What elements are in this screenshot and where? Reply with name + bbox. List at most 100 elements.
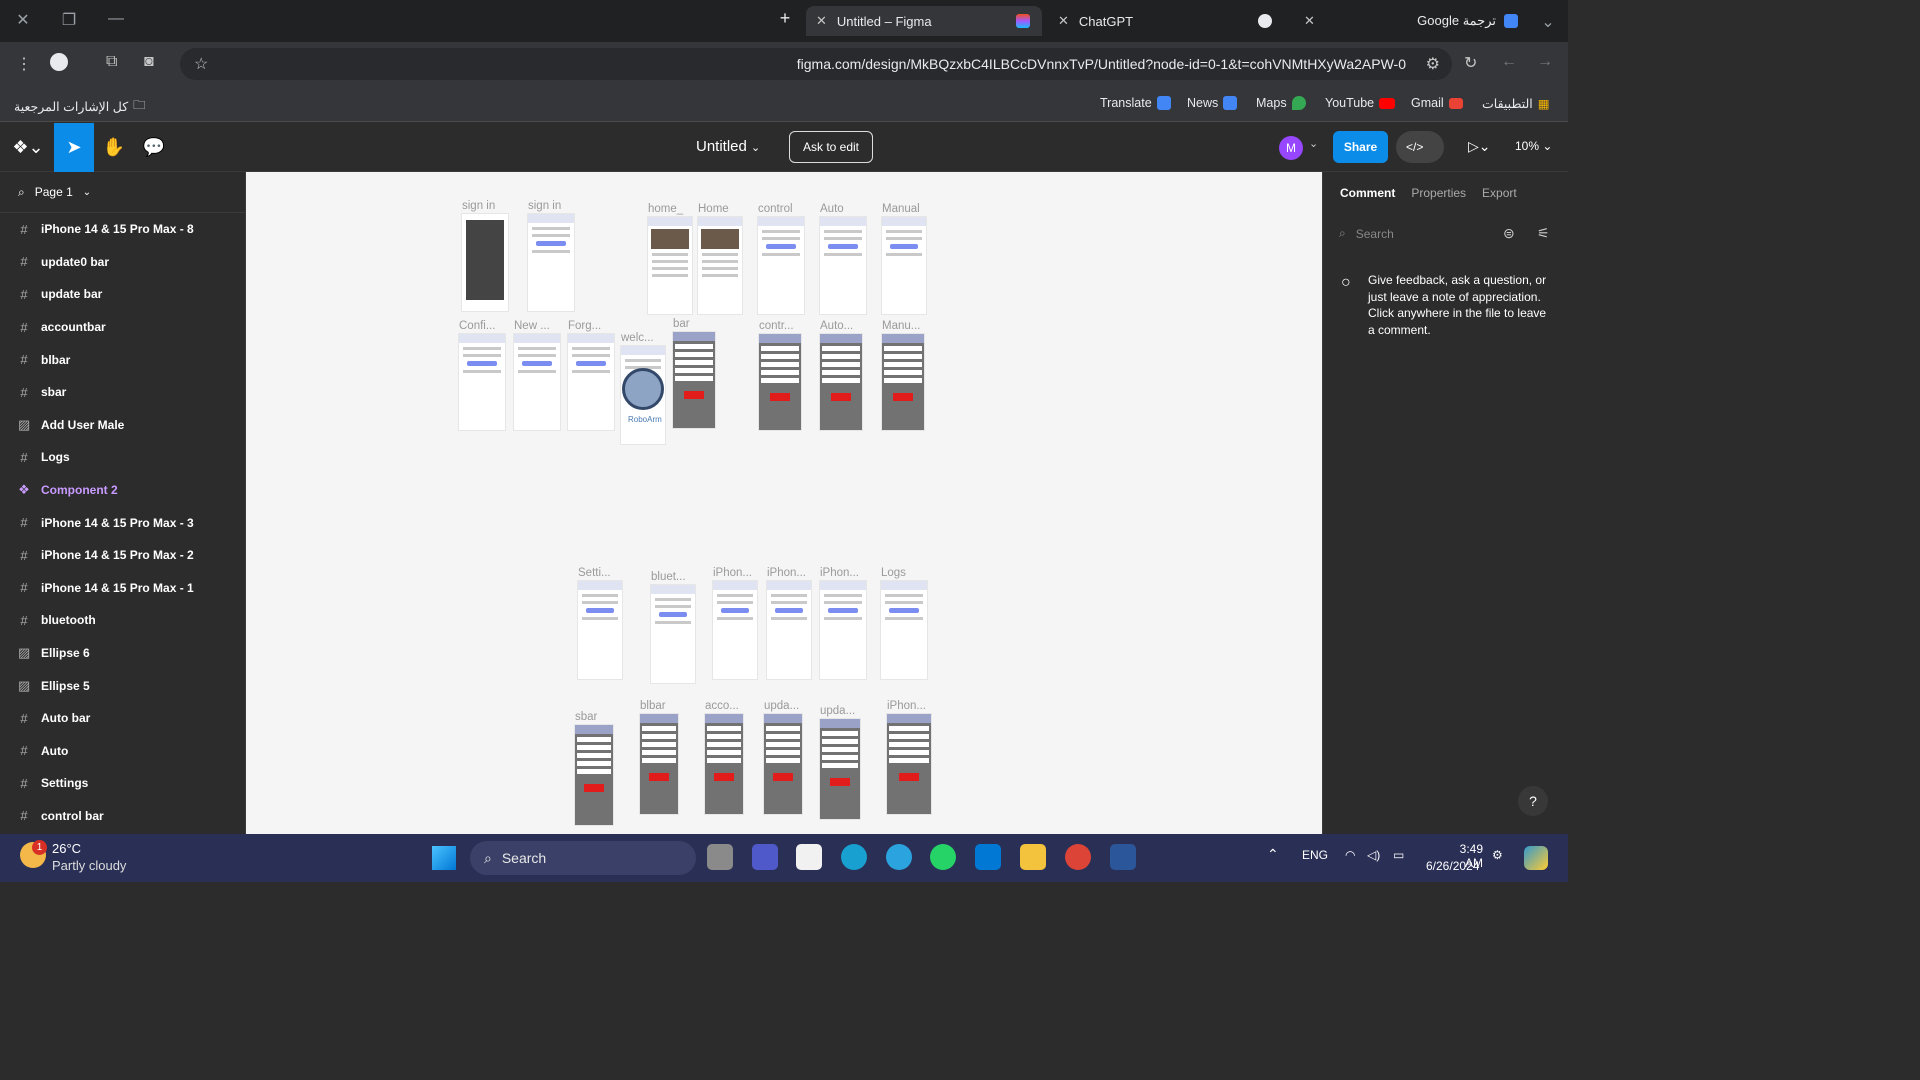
- back-icon[interactable]: ←: [1501, 53, 1517, 71]
- address-bar[interactable]: ☆ figma.com/design/MkBQzxbC4ILBCcDVnnxTv…: [180, 48, 1452, 80]
- frame-label[interactable]: bluet...: [651, 571, 686, 583]
- design-frame[interactable]: [820, 719, 860, 819]
- frame-label[interactable]: upda...: [820, 705, 855, 717]
- telegram-icon[interactable]: [886, 844, 912, 870]
- design-frame[interactable]: [514, 334, 560, 430]
- design-frame[interactable]: [705, 714, 743, 814]
- file-title[interactable]: Untitled ⌄: [696, 138, 760, 155]
- layer-item[interactable]: # Logs: [0, 441, 245, 474]
- design-frame[interactable]: [568, 334, 614, 430]
- bookmark-gmail[interactable]: Gmail: [1411, 96, 1463, 110]
- close-tab-icon[interactable]: ✕: [816, 13, 827, 29]
- design-frame[interactable]: [673, 332, 715, 428]
- menu-dots-icon[interactable]: ⋮: [16, 54, 32, 74]
- frame-label[interactable]: Auto: [820, 203, 844, 215]
- close-tab-icon[interactable]: ✕: [1304, 13, 1315, 29]
- restore-window-icon[interactable]: ❐: [57, 10, 81, 30]
- site-settings-icon[interactable]: ⚙: [1426, 54, 1440, 74]
- tab-chatgpt[interactable]: ✕ ChatGPT: [1048, 6, 1284, 36]
- layer-item[interactable]: ▨ Add User Male: [0, 409, 245, 442]
- layer-item[interactable]: # control bar: [0, 800, 245, 833]
- frame-label[interactable]: contr...: [759, 320, 794, 332]
- design-frame[interactable]: [758, 217, 804, 314]
- layer-item[interactable]: # iPhone 14 & 15 Pro Max - 3: [0, 506, 245, 539]
- design-frame[interactable]: [820, 581, 866, 679]
- settings-gear-icon[interactable]: ⚙: [1492, 848, 1503, 862]
- edge-icon[interactable]: [841, 844, 867, 870]
- frame-label[interactable]: iPhon...: [713, 567, 752, 579]
- share-button[interactable]: Share: [1333, 131, 1388, 163]
- frame-label[interactable]: welc...: [621, 332, 654, 344]
- frame-label[interactable]: blbar: [640, 700, 666, 712]
- bookmark-apps[interactable]: التطبيقات ▦: [1482, 96, 1550, 111]
- screenshot-icon[interactable]: ◙: [144, 53, 154, 71]
- frame-label[interactable]: Auto...: [820, 320, 853, 332]
- move-tool-icon[interactable]: ➤: [54, 123, 94, 172]
- windows-start-icon[interactable]: [432, 846, 456, 870]
- design-frame[interactable]: [651, 585, 695, 683]
- search-icon[interactable]: ⌕: [18, 185, 25, 200]
- design-frame[interactable]: [578, 581, 622, 679]
- chrome-icon[interactable]: [1065, 844, 1091, 870]
- task-view-icon[interactable]: [707, 844, 733, 870]
- frame-label[interactable]: sign in: [528, 200, 561, 212]
- layer-item[interactable]: # update bar: [0, 278, 245, 311]
- avatar[interactable]: M: [1279, 136, 1303, 160]
- wifi-icon[interactable]: ◠: [1345, 848, 1355, 862]
- design-frame[interactable]: [459, 334, 505, 430]
- layer-item[interactable]: # blbar: [0, 343, 245, 376]
- frame-label[interactable]: Forg...: [568, 320, 601, 332]
- profile-icon[interactable]: [50, 53, 68, 71]
- design-frame[interactable]: [648, 217, 692, 314]
- frame-label[interactable]: Home: [698, 203, 729, 215]
- tab-export[interactable]: Export: [1482, 186, 1517, 200]
- figma-canvas[interactable]: sign in sign in home_ Home control Auto Manual…: [246, 172, 1322, 834]
- layer-item[interactable]: # iPhone 14 & 15 Pro Max - 2: [0, 539, 245, 572]
- page-selector[interactable]: ⌕ Page 1 ⌄: [0, 172, 245, 213]
- frame-label[interactable]: sign in: [462, 200, 495, 212]
- tab-search-chevron-icon[interactable]: ⌄: [1536, 12, 1560, 32]
- dev-mode-toggle[interactable]: </>: [1396, 131, 1444, 163]
- layer-item[interactable]: # Auto bar: [0, 702, 245, 735]
- bookmark-news[interactable]: News: [1187, 96, 1238, 110]
- design-frame[interactable]: [759, 334, 801, 430]
- layer-item[interactable]: # Settings: [0, 767, 245, 800]
- zoom-control[interactable]: 10% ⌄: [1515, 139, 1552, 153]
- store-icon[interactable]: [796, 844, 822, 870]
- comment-tool-icon[interactable]: 💬: [134, 123, 174, 172]
- bookmark-translate[interactable]: Translate: [1100, 96, 1171, 110]
- design-frame[interactable]: [575, 725, 613, 825]
- reload-icon[interactable]: ↻: [1464, 53, 1477, 73]
- chevron-down-icon[interactable]: ⌄: [1309, 137, 1318, 150]
- layer-item[interactable]: ❖ Component 2: [0, 474, 245, 507]
- frame-label[interactable]: iPhon...: [887, 700, 926, 712]
- frame-label[interactable]: bar: [673, 318, 690, 330]
- frame-label[interactable]: home_: [648, 203, 683, 215]
- layer-item[interactable]: # Auto: [0, 735, 245, 768]
- design-frame[interactable]: [698, 217, 742, 314]
- design-frame[interactable]: [462, 214, 508, 311]
- bookmark-maps[interactable]: Maps: [1256, 96, 1306, 110]
- extensions-icon[interactable]: ⧉: [106, 53, 117, 71]
- frame-label[interactable]: Manu...: [882, 320, 920, 332]
- comment-search[interactable]: ⌕ Search ⊜ ⚟: [1323, 213, 1568, 254]
- present-play-icon[interactable]: ▷⌄: [1468, 138, 1491, 155]
- tab-figma[interactable]: ✕ Untitled – Figma: [806, 6, 1042, 36]
- teams-icon[interactable]: [752, 844, 778, 870]
- tab-properties[interactable]: Properties: [1411, 186, 1466, 200]
- filter-icon[interactable]: ⊜: [1503, 225, 1515, 242]
- bookmark-star-icon[interactable]: ☆: [194, 54, 208, 74]
- layer-item[interactable]: # sbar: [0, 376, 245, 409]
- design-frame[interactable]: [820, 217, 866, 314]
- clock-date[interactable]: 6/26/2024: [1426, 859, 1479, 873]
- design-frame[interactable]: [713, 581, 757, 679]
- forward-icon[interactable]: →: [1537, 53, 1553, 71]
- design-frame[interactable]: [881, 581, 927, 679]
- copilot-icon[interactable]: [1524, 846, 1548, 870]
- file-explorer-icon[interactable]: [1020, 844, 1046, 870]
- frame-label[interactable]: iPhon...: [820, 567, 859, 579]
- layer-item[interactable]: ▨ Ellipse 6: [0, 637, 245, 670]
- frame-label[interactable]: sbar: [575, 711, 597, 723]
- frame-label[interactable]: Confi...: [459, 320, 495, 332]
- design-frame[interactable]: [882, 217, 926, 314]
